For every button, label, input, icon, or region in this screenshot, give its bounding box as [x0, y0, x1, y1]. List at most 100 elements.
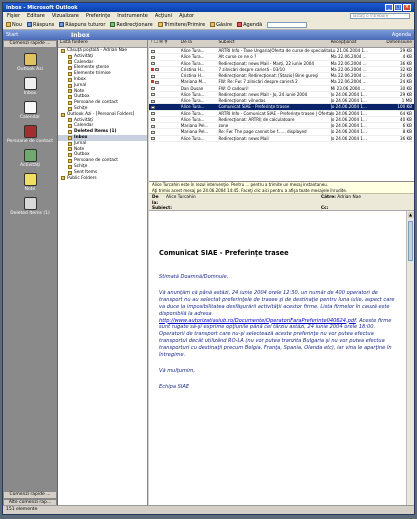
reading-pane-scrollbar[interactable]: ▲: [406, 211, 414, 507]
message-from: Alice Tura...: [180, 135, 205, 141]
folder-icon: [68, 164, 72, 169]
document-link[interactable]: http://www.autorizatiasiub.ro/Documente/…: [159, 318, 356, 324]
folder-icon: [68, 153, 72, 158]
folder-banner: Start Inbox Agenda: [3, 30, 414, 40]
message-subject: ARTRI Info - Comunicat SIAE - Preferinţe…: [218, 110, 331, 116]
shortcut-deleted-items[interactable]: Deleted Items (1): [3, 197, 57, 216]
close-button[interactable]: ×: [403, 4, 411, 11]
envelope-icon: [151, 124, 155, 128]
info-bar[interactable]: Alice Turcahin este în rezul intervenţie…: [149, 182, 414, 194]
reply-button[interactable]: Răspuns: [26, 22, 54, 28]
envelope-icon: [155, 80, 159, 84]
envelope-icon: [151, 55, 155, 59]
shortcut-label: Inbox: [23, 91, 37, 96]
status-bar: 151 elemente: [3, 505, 414, 514]
folder-item[interactable]: Public Folders: [58, 176, 147, 182]
message-icons: [149, 111, 181, 116]
message-received: Ma 22.06.2004 ...: [330, 79, 367, 85]
folder-banner-right[interactable]: Agenda: [392, 32, 414, 38]
message-size: 30 KB: [399, 85, 412, 91]
folder-banner-title: Inbox: [71, 31, 90, 39]
scroll-up-arrow-icon[interactable]: ▲: [407, 212, 414, 218]
help-search-input[interactable]: Tastaţi o întrebare: [350, 13, 410, 19]
menu-view[interactable]: Vizualizare: [52, 13, 79, 19]
message-received: Jo 24.06.2004 1...: [330, 123, 367, 128]
to-label: Către:: [321, 195, 336, 200]
shortcut-inbox[interactable]: Inbox: [3, 77, 57, 96]
message-from: Alice Tura...: [180, 54, 205, 60]
find-button[interactable]: Găsire: [210, 22, 232, 28]
outlook-bar-group-top[interactable]: Comenzi rapide ...: [3, 40, 57, 48]
shortcut-label: Activităţi: [20, 163, 40, 168]
from-value[interactable]: Alice Turcahin: [166, 195, 196, 206]
shortcut-label: Deleted Items (1): [10, 211, 50, 216]
message-received: Jo 24.06.2004 1...: [330, 110, 367, 116]
message-icons: [149, 67, 181, 72]
message-subject: Redirecţionat: ARTRI| de calculatoare: [218, 116, 295, 122]
paragraph-text-b: . Aceste firme sunt rugate să-şi exprime…: [159, 317, 392, 359]
maximize-button[interactable]: □: [394, 4, 402, 11]
contact-search-input[interactable]: [267, 21, 308, 28]
message-size: 29 KB: [399, 48, 412, 53]
message-size: 24 KB: [399, 79, 412, 85]
col-from-header[interactable]: De la: [181, 40, 219, 47]
reading-pane: Comunicat SIAE - Preferinţe trasee Stima…: [149, 211, 406, 507]
reply-all-button[interactable]: Răspuns tuturor: [59, 22, 105, 28]
message-list: ! ☐ ✉ ⚲ De la Subiect Recepţionat Dimens…: [149, 40, 414, 182]
address-book-icon: [237, 22, 243, 27]
contacts-icon: [23, 125, 37, 138]
menu-help[interactable]: Ajutor: [179, 13, 194, 19]
message-received: Mi 23.06.2004 ...: [330, 85, 366, 91]
message-row[interactable]: Alice Tura... Redirecţionat: news Mail Jo …: [149, 136, 414, 142]
message-from: Alice Tura...: [180, 116, 205, 122]
message-icons: [149, 86, 181, 91]
menu-favorites[interactable]: Preferinţe: [86, 13, 110, 19]
nav-buttons[interactable]: Start: [3, 32, 61, 38]
shortcut-contacts[interactable]: Persoane de contact: [3, 125, 57, 144]
message-icons: [149, 92, 181, 97]
forward-button[interactable]: Redirecţionare: [110, 22, 153, 28]
message-received: Jo 24.06.2004 1...: [330, 91, 367, 97]
outlook-bar-group-shortcuts[interactable]: Comenzi rapide ...: [3, 491, 57, 499]
message-greeting: Stimată Doamnă/Domnule,: [159, 274, 229, 280]
shortcut-notes[interactable]: Note: [3, 173, 57, 192]
nav-start-label[interactable]: Start: [6, 32, 18, 38]
shortcut-calendar[interactable]: Calendar: [3, 101, 57, 120]
message-received: Jo 24.06.2004 1...: [330, 129, 367, 135]
new-button[interactable]: Nou: [6, 22, 22, 28]
message-icons: [149, 79, 181, 84]
message-subject: Redirecţionat: Redirecţionat: [Stazio] B…: [218, 73, 319, 78]
shortcut-label: Note: [24, 187, 36, 192]
menu-file[interactable]: Fişier: [7, 13, 20, 19]
col-received-header[interactable]: Recepţionat: [331, 40, 387, 47]
find-label: Găsire: [216, 21, 233, 28]
col-icons-header[interactable]: ! ☐ ✉ ⚲: [149, 40, 181, 47]
shortcut-tasks[interactable]: Activităţi: [3, 149, 57, 168]
menu-tools[interactable]: Instrumente: [117, 13, 148, 19]
folder-item[interactable]: Outlook Azi - [Personal Folders]: [58, 112, 147, 118]
envelope-icon: [151, 105, 155, 109]
to-value[interactable]: Adrian Nae: [337, 195, 361, 200]
minimize-button[interactable]: _: [385, 4, 393, 11]
message-from: Alice Tura...: [180, 91, 205, 97]
folder-icon: [68, 118, 72, 123]
message-icons: [149, 104, 181, 109]
menu-edit[interactable]: Editare: [27, 13, 45, 19]
scroll-thumb[interactable]: [408, 221, 413, 261]
envelope-icon: [151, 93, 155, 97]
paragraph-text-a: Vă anunţăm că până astăzi, 24 iunie 2004…: [159, 289, 395, 317]
message-received: Jo 24.06.2004 1...: [330, 116, 367, 122]
reply-icon: [26, 22, 32, 27]
menu-actions[interactable]: Acţiuni: [155, 13, 172, 19]
shortcut-label: Persoane de contact: [7, 139, 53, 144]
send-receive-button[interactable]: Trimitere/Primire: [157, 22, 205, 28]
col-subject-header[interactable]: Subiect: [218, 40, 330, 47]
shortcut-outlook-today[interactable]: Outlook Azi: [3, 53, 57, 72]
address-book-button[interactable]: Agendă: [237, 22, 262, 28]
message-size: 24 KB: [399, 73, 412, 78]
col-size-header[interactable]: Dimensiune: [386, 40, 414, 47]
message-from: Mariana M...: [180, 79, 206, 85]
message-from: Alice Tura...: [180, 110, 205, 116]
message-size: 1 MB: [401, 98, 412, 103]
message-signature: Echipa SIAE: [159, 383, 190, 390]
